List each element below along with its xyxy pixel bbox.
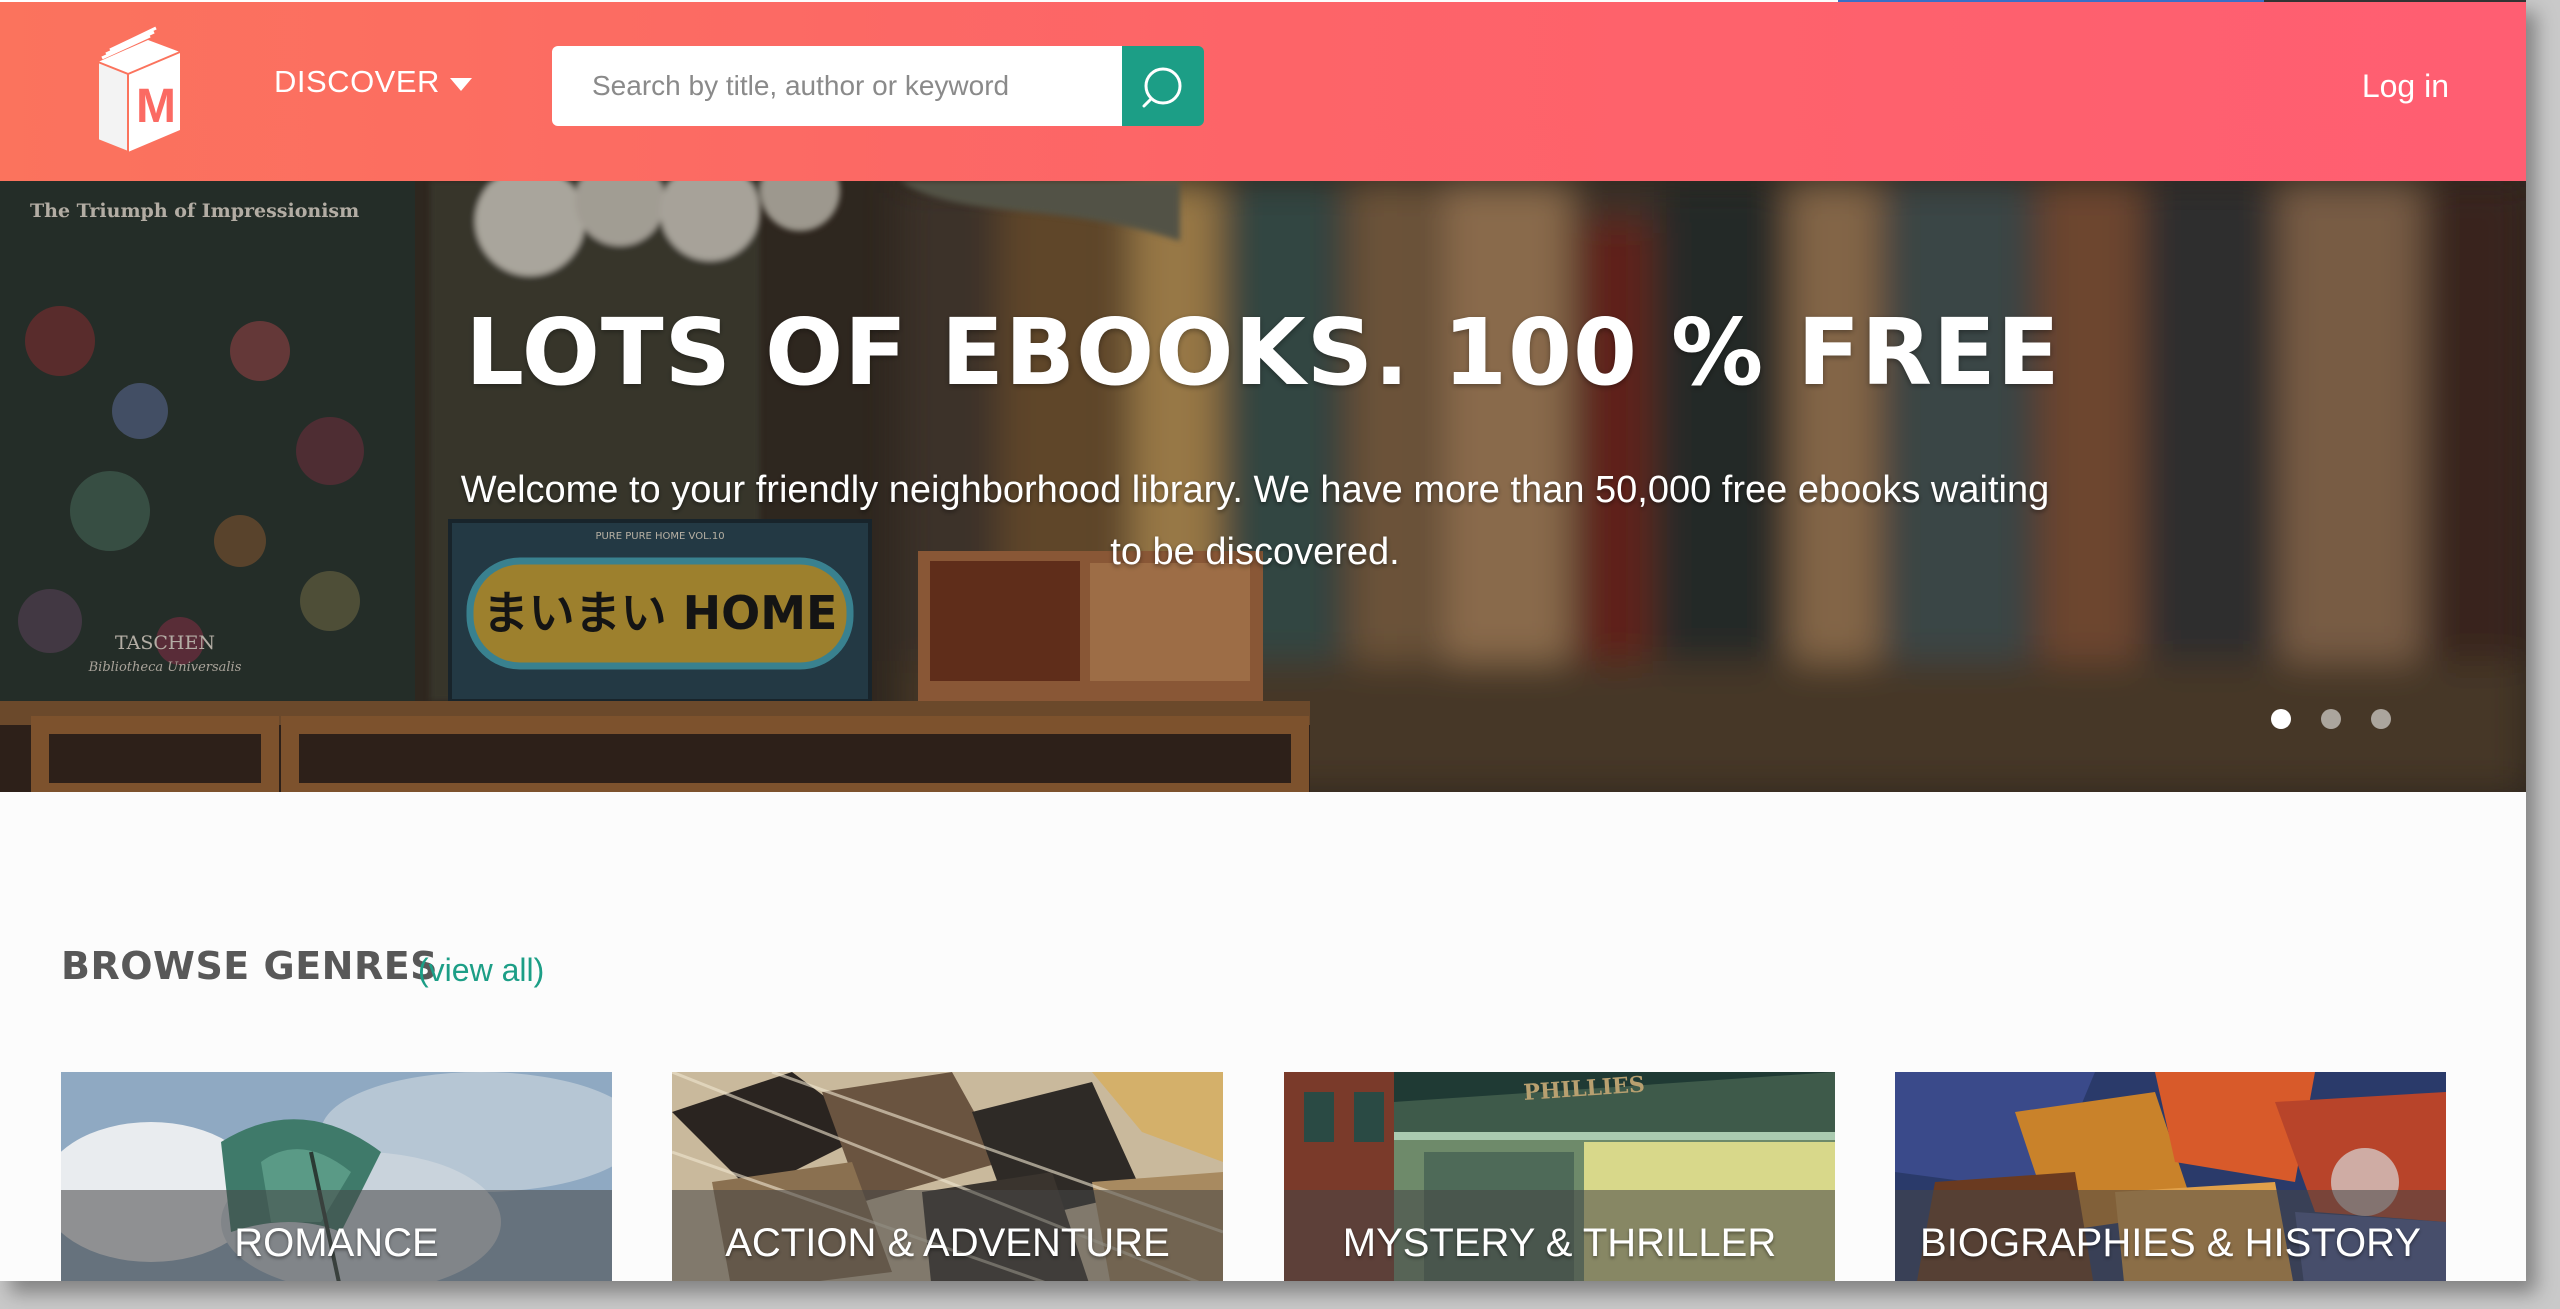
- hero-title: LOTS OF EBOOKS. 100 % FREE: [465, 299, 2061, 406]
- book-logo-icon: M: [97, 26, 181, 154]
- genre-card-biographies-history[interactable]: BIOGRAPHIES & HISTORY: [1895, 1072, 2446, 1281]
- hero-subtitle: Welcome to your friendly neighborhood li…: [460, 469, 2050, 573]
- search-bar: [552, 46, 1204, 126]
- browser-viewport: M DISCOVER Log in: [0, 0, 2526, 1281]
- caret-down-icon: [449, 77, 472, 91]
- genre-label: BIOGRAPHIES & HISTORY: [1895, 1190, 2446, 1281]
- search-button[interactable]: [1122, 46, 1204, 126]
- discover-menu[interactable]: DISCOVER: [274, 64, 472, 100]
- discover-label: DISCOVER: [274, 64, 440, 99]
- genre-label: MYSTERY & THRILLER: [1284, 1190, 1835, 1281]
- carousel-dot-2[interactable]: [2321, 709, 2341, 729]
- genre-card-mystery-thriller[interactable]: PHILLIES MYSTERY & THRILLER: [1284, 1072, 1835, 1281]
- browse-genres-heading: BROWSE GENRES: [61, 944, 439, 988]
- svg-text:M: M: [136, 80, 176, 133]
- view-all-genres-link[interactable]: (view all): [418, 952, 544, 989]
- genre-label: ACTION & ADVENTURE: [672, 1190, 1223, 1281]
- site-header: M DISCOVER Log in: [0, 2, 2526, 181]
- search-icon: [1142, 67, 1182, 108]
- site-logo[interactable]: M: [88, 22, 188, 154]
- carousel-dot-3[interactable]: [2371, 709, 2391, 729]
- genre-label: ROMANCE: [61, 1190, 612, 1281]
- hero-carousel: The Triumph of Impressionism TASCHEN Bib…: [0, 181, 2526, 792]
- search-input[interactable]: [552, 46, 1122, 126]
- genre-card-action-adventure[interactable]: ACTION & ADVENTURE: [672, 1072, 1223, 1281]
- genre-card-romance[interactable]: ROMANCE: [61, 1072, 612, 1281]
- carousel-dot-1[interactable]: [2271, 709, 2291, 729]
- carousel-indicators: [2271, 709, 2391, 729]
- login-link[interactable]: Log in: [2362, 68, 2449, 105]
